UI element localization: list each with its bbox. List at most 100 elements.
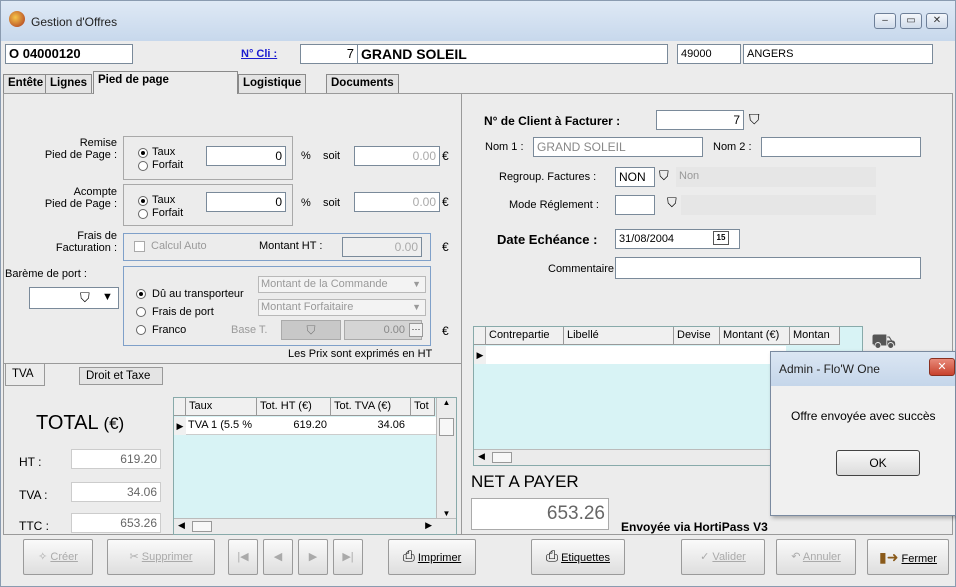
undo-icon: ↶ [791, 551, 801, 563]
calcul-auto-checkbox[interactable] [134, 241, 145, 252]
euro-sign: € [442, 195, 449, 209]
grid-corner [474, 327, 486, 345]
supprimer-button[interactable]: ✂ Supprimer [107, 539, 215, 575]
row-pointer-icon: ▶ [174, 417, 186, 435]
postal-code-field[interactable]: 49000 [677, 44, 741, 64]
franco-radio[interactable] [136, 325, 146, 335]
first-record-button[interactable]: |◀ [228, 539, 258, 575]
tab-logistique[interactable]: Logistique [238, 74, 307, 93]
printer-icon: ⎙ [402, 548, 415, 565]
remise-percent-label: % [301, 150, 311, 162]
last-record-button[interactable]: ▶| [333, 539, 363, 575]
annuler-button[interactable]: ↶ Annuler [776, 539, 856, 575]
check-icon: ✓ [700, 551, 710, 563]
creer-button[interactable]: ✧ Créer [23, 539, 93, 575]
calendar-icon[interactable]: 15 [713, 231, 729, 245]
valider-button[interactable]: ✓ Valider [681, 539, 765, 575]
remise-forfait-radio[interactable] [138, 161, 148, 171]
close-button[interactable]: ✕ [926, 13, 948, 29]
calcul-auto-label: Calcul Auto [151, 240, 207, 252]
mode-lookup-icon[interactable]: ⛉ [667, 195, 677, 211]
vertical-scrollbar[interactable]: ▲ ▼ [436, 398, 456, 518]
remise-value-input[interactable]: 0 [206, 146, 286, 166]
col-devise[interactable]: Devise [674, 327, 720, 345]
acompte-forfait-radio[interactable] [138, 209, 148, 219]
imprimer-button[interactable]: ⎙ Imprimer [388, 539, 476, 575]
label-printer-icon: ⎙ [546, 548, 559, 565]
acompte-value-input[interactable]: 0 [206, 192, 286, 212]
montant-forfaitaire-select[interactable]: Montant Forfaitaire ▼ [258, 299, 426, 316]
tab-lignes[interactable]: Lignes [45, 74, 93, 93]
acompte-taux-radio[interactable] [138, 196, 148, 206]
col-contrepartie[interactable]: Contrepartie [486, 327, 564, 345]
table-row[interactable]: ▶ TVA 1 (5.5 % 619.20 34.06 [174, 417, 436, 435]
regroup-lookup-icon[interactable]: ⛉ [659, 168, 669, 184]
bareme-port-select[interactable]: ⛉ ▼ [29, 287, 119, 309]
tab-pied-de-page[interactable]: Pied de page [93, 71, 238, 94]
du-transporteur-radio[interactable] [136, 289, 146, 299]
montant-forfaitaire-text: Montant Forfaitaire [261, 301, 354, 313]
next-record-button[interactable]: ▶ [298, 539, 328, 575]
acompte-taux-label: Taux [152, 194, 176, 206]
regroup-code-field[interactable]: NON [615, 167, 655, 187]
acompte-amount-field: 0.00 [354, 192, 440, 212]
ellipsis-button[interactable]: ··· [409, 323, 423, 337]
client-number-field[interactable]: 7 [300, 44, 358, 64]
col-taux[interactable]: Taux [186, 398, 257, 416]
col-tot-tva[interactable]: Tot. TVA (€) [331, 398, 411, 416]
client-number-link[interactable]: N° Cli : [241, 48, 277, 60]
col-libelle[interactable]: Libellé [564, 327, 674, 345]
remise-taux-radio[interactable] [138, 148, 148, 158]
prev-record-button[interactable]: ◀ [263, 539, 293, 575]
euro-sign: € [442, 149, 449, 163]
remise-amount-field: 0.00 [354, 146, 440, 166]
nom1-field[interactable]: GRAND SOLEIL [533, 137, 703, 157]
client-name-field[interactable]: GRAND SOLEIL [358, 44, 668, 64]
regroup-text-field: Non [676, 167, 876, 187]
dialog-close-button[interactable]: ✕ [929, 358, 955, 376]
lookup-icon[interactable]: ⛉ [749, 111, 760, 128]
tab-entete[interactable]: Entête [3, 74, 49, 93]
col-tot[interactable]: Tot [411, 398, 435, 416]
frais-port-radio[interactable] [136, 307, 146, 317]
table-row[interactable] [486, 346, 786, 364]
nom2-field[interactable] [761, 137, 921, 157]
supprimer-label: Supprimer [141, 551, 193, 563]
dialog-title: Admin - Flo'W One [771, 352, 955, 386]
dialog-message: Offre envoyée avec succès [791, 409, 936, 423]
minimize-button[interactable]: – [874, 13, 896, 29]
fermer-button[interactable]: ▮➜ Fermer [867, 539, 949, 575]
col-montant-2[interactable]: Montan [790, 327, 840, 345]
etiquettes-label: Etiquettes [561, 552, 610, 564]
col-tot-ht[interactable]: Tot. HT (€) [257, 398, 331, 416]
echeance-label: Date Echéance : [497, 232, 598, 247]
tab-documents[interactable]: Documents [326, 74, 399, 93]
commentaire-field[interactable] [615, 257, 921, 279]
remise-taux-label: Taux [152, 146, 176, 158]
cell-tot-ht: 619.20 [293, 419, 327, 431]
du-transporteur-label: Dû au transporteur [152, 288, 244, 300]
etiquettes-button[interactable]: ⎙ Etiquettes [531, 539, 625, 575]
col-montant[interactable]: Montant (€) [720, 327, 790, 345]
cell-tot-tva: 34.06 [377, 419, 405, 431]
ok-button[interactable]: OK [836, 450, 920, 476]
mode-code-field[interactable] [615, 195, 655, 215]
tab-tva[interactable]: TVA [5, 364, 45, 386]
base-t-icon[interactable]: ⛉ [281, 320, 341, 340]
total-label: TOTAL [36, 412, 98, 434]
maximize-button[interactable]: ▭ [900, 13, 922, 29]
city-field[interactable]: ANGERS [743, 44, 933, 64]
net-a-payer-field: 653.26 [471, 498, 609, 530]
horizontal-scrollbar[interactable]: ◀ ▶ [174, 518, 456, 534]
acompte-label: Acompte Pied de Page : [44, 186, 117, 210]
total-unit: (€) [103, 414, 125, 433]
remise-label: Remise Pied de Page : [44, 137, 117, 161]
ht-label: HT : [19, 455, 42, 469]
client-facturer-field[interactable]: 7 [656, 110, 744, 130]
montant-commande-select[interactable]: Montant de la Commande ▼ [258, 276, 426, 293]
fermer-label: Fermer [901, 553, 937, 565]
tva-grid[interactable]: Taux Tot. HT (€) Tot. TVA (€) Tot ▲ ▼ ▶ … [173, 397, 457, 535]
offer-number-field[interactable]: O 04000120 [5, 44, 133, 64]
tab-droit-taxe[interactable]: Droit et Taxe [79, 367, 163, 385]
horizontal-scrollbar[interactable]: ◀ [474, 449, 784, 465]
